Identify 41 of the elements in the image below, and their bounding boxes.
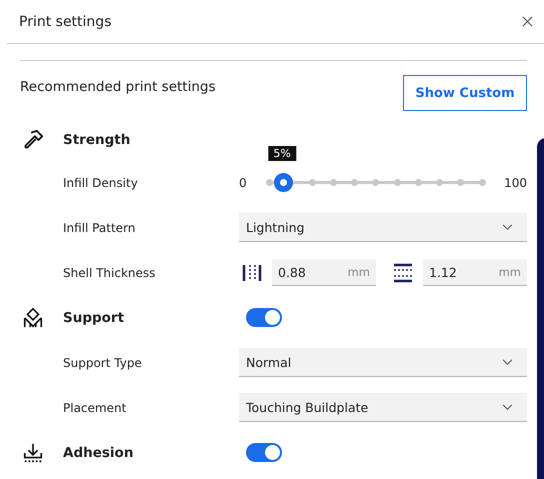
section-title: Strength <box>63 132 132 148</box>
dropdown[interactable]: Lightning <box>239 213 527 242</box>
tick-dot <box>266 179 274 186</box>
toggle-switch[interactable] <box>246 308 282 327</box>
chevron-down-icon <box>502 224 513 230</box>
tick-dot <box>478 179 486 186</box>
slider-min-label: 0 <box>239 176 247 190</box>
tick-dot <box>457 179 464 186</box>
dialog-title: Print settings <box>19 14 112 30</box>
tick-dot <box>394 179 401 186</box>
top-bottom-thickness-icon <box>392 262 414 284</box>
dropdown[interactable]: Touching Buildplate <box>239 393 527 422</box>
hammer-icon <box>22 129 44 151</box>
panel-heading: Recommended print settings <box>20 79 216 95</box>
tick-dot <box>351 179 358 186</box>
dropdown[interactable]: Normal <box>239 348 527 377</box>
setting-label: Support Type <box>63 356 143 370</box>
support-icon <box>22 306 44 328</box>
tick-dot <box>330 179 337 186</box>
number-field[interactable]: 1.12 mm <box>423 259 527 286</box>
chevron-down-icon <box>502 404 513 410</box>
tick-dot <box>436 179 444 186</box>
slider-thumb[interactable] <box>274 173 294 192</box>
value-tooltip: 5% <box>268 146 296 161</box>
setting-label: Infill Pattern <box>63 220 136 234</box>
tick-dot <box>414 179 422 186</box>
download-icon <box>22 442 44 464</box>
close-icon[interactable] <box>522 16 533 27</box>
setting-label: Shell Thickness <box>63 266 156 280</box>
tick-dot <box>372 179 380 186</box>
setting-label: Infill Density <box>63 176 139 190</box>
slider-track[interactable] <box>264 173 488 192</box>
chevron-down-icon <box>502 358 513 366</box>
setting-label: Placement <box>63 400 128 414</box>
toggle-switch[interactable] <box>246 443 282 462</box>
section-title: Adhesion <box>63 444 134 460</box>
show-custom-button[interactable]: Show Custom <box>403 75 527 111</box>
tick-dot <box>308 179 316 186</box>
number-field[interactable]: 0.88 mm <box>272 259 376 286</box>
slider-max-label: 100 <box>504 176 527 190</box>
section-title: Support <box>63 310 126 326</box>
